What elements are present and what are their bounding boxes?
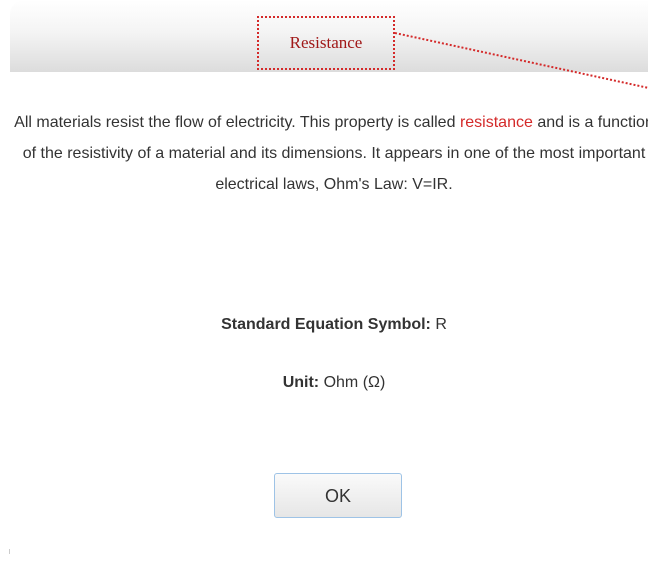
definition-paragraph: All materials resist the flow of electri… [10, 107, 648, 200]
symbol-label: Standard Equation Symbol: [221, 316, 431, 333]
highlighted-term: resistance [459, 114, 533, 131]
definition-text-start: All materials resist the flow of electri… [14, 114, 456, 131]
symbol-value: R [435, 316, 447, 333]
symbol-line: Standard Equation Symbol: R [10, 316, 648, 334]
unit-label: Unit: [282, 374, 320, 391]
glossary-dialog: Resistance All materials resist the flow… [10, 0, 648, 563]
unit-value: Ohm (Ω) [323, 374, 386, 391]
unit-line: Unit: Ohm (Ω) [10, 374, 648, 392]
ok-button[interactable]: OK [274, 473, 402, 518]
dialog-edge-mark [9, 549, 10, 554]
callout-pointer-line [394, 32, 648, 89]
